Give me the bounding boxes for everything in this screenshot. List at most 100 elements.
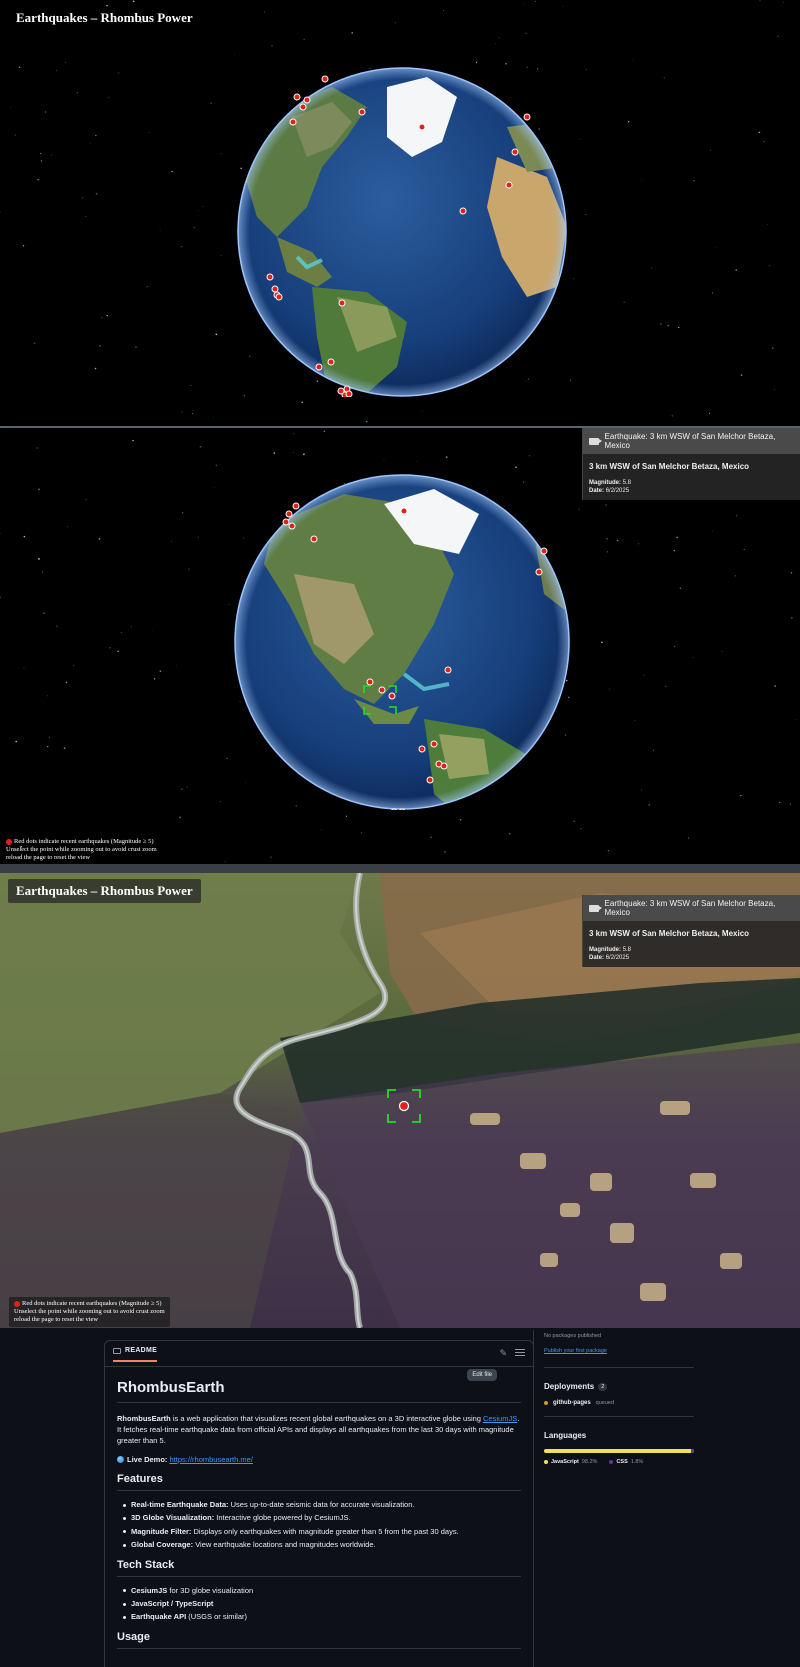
earthquake-dot[interactable]: [430, 740, 438, 748]
earthquake-dot[interactable]: [321, 75, 329, 83]
map-legend: Red dots indicate recent earthquakes (Ma…: [9, 1297, 170, 1327]
magnitude-row: Magnitude: 5.8: [589, 480, 632, 486]
deployments-count: 2: [598, 1382, 608, 1391]
earthquake-dot[interactable]: [523, 113, 531, 121]
globe-view-americas[interactable]: Earthquake: 3 km WSW of San Melchor Beta…: [0, 428, 800, 864]
earthquake-dot[interactable]: [345, 390, 353, 397]
list-item: Real-time Earthquake Data: Uses up-to-da…: [123, 1498, 521, 1511]
earthquake-dot[interactable]: [337, 387, 345, 395]
live-demo-link[interactable]: https://rhombusearth.me/: [170, 1455, 253, 1464]
list-item: JavaScript / TypeScript: [123, 1597, 521, 1610]
earthquake-dot[interactable]: [440, 762, 448, 770]
language-bar: [544, 1449, 694, 1453]
earthquake-dot[interactable]: [338, 299, 346, 307]
map-legend: Red dots indicate recent earthquakes (Ma…: [6, 838, 157, 861]
language-javascript[interactable]: JavaScript 98.2%: [544, 1459, 597, 1465]
readme-intro: RhombusEarth is a web application that v…: [117, 1414, 520, 1445]
earthquake-infobox: Earthquake: 3 km WSW of San Melchor Beta…: [582, 895, 800, 967]
languages-heading: Languages: [544, 1431, 587, 1440]
camera-icon[interactable]: [589, 904, 601, 912]
tab-readme[interactable]: README: [113, 1347, 158, 1362]
pencil-icon[interactable]: ✎: [499, 1348, 507, 1359]
earthquake-dot[interactable]: [303, 96, 311, 104]
globe-icon: [117, 1456, 124, 1463]
list-item: Global Coverage: View earthquake locatio…: [123, 1538, 521, 1551]
globe-view-atlantic[interactable]: Earthquakes – Rhombus Power: [0, 0, 800, 426]
language-list: JavaScript 98.2% CSS 1.8%: [544, 1459, 694, 1465]
infobox-header: Earthquake: 3 km WSW of San Melchor Beta…: [583, 895, 800, 921]
earthquake-dot-icon: [6, 838, 12, 845]
earthquake-dot[interactable]: [285, 510, 293, 518]
date-row: Date: 6/2/2025: [589, 488, 630, 494]
list-item: Earthquake API (USGS or similar): [123, 1610, 521, 1623]
earthquake-infobox: Earthquake: 3 km WSW of San Melchor Beta…: [582, 428, 800, 500]
app-title: Earthquakes – Rhombus Power: [16, 10, 193, 25]
readme-title: RhombusEarth: [117, 1379, 521, 1403]
infobox-header-text: Earthquake: 3 km WSW of San Melchor Beta…: [604, 432, 776, 450]
earthquake-dot[interactable]: [511, 148, 519, 156]
repo-sidebar: No packages published Publish your first…: [544, 1333, 694, 1465]
infobox-title: 3 km WSW of San Melchor Betaza, Mexico: [589, 462, 750, 471]
earthquake-dot[interactable]: [310, 535, 318, 543]
list-item: 3D Globe Visualization: Interactive glob…: [123, 1511, 521, 1524]
deployment-item[interactable]: github-pages queued: [544, 1400, 694, 1406]
earthquake-dot[interactable]: [426, 776, 434, 784]
earthquake-dot[interactable]: [315, 363, 323, 371]
earthquake-dot[interactable]: [366, 678, 374, 686]
tech-stack-heading: Tech Stack: [117, 1559, 521, 1577]
earthquake-dot[interactable]: [293, 93, 301, 101]
earthquake-dot[interactable]: [388, 692, 396, 700]
earthquake-dot[interactable]: [400, 507, 408, 515]
terrain-view[interactable]: Earthquakes – Rhombus Power Earthquake: …: [0, 873, 800, 1328]
globe-atlantic[interactable]: [237, 67, 567, 397]
features-heading: Features: [117, 1473, 521, 1491]
status-dot-icon: [544, 1401, 548, 1405]
infobox-header-text: Earthquake: 3 km WSW of San Melchor Beta…: [604, 899, 776, 917]
selected-earthquake[interactable]: [384, 1086, 424, 1126]
css-bar-segment: [691, 1449, 694, 1453]
earthquake-dot[interactable]: [289, 118, 297, 126]
earthquake-dot[interactable]: [540, 547, 548, 555]
sidebar-divider: [544, 1367, 694, 1368]
earthquake-dot[interactable]: [505, 181, 513, 189]
earthquake-dot[interactable]: [535, 568, 543, 576]
magnitude-row: Magnitude: 5.8: [589, 947, 632, 953]
outline-icon[interactable]: [515, 1347, 525, 1356]
app-title: Earthquakes – Rhombus Power: [8, 879, 201, 903]
earthquake-dot[interactable]: [282, 518, 290, 526]
globe-americas[interactable]: [234, 474, 570, 810]
earthquake-dot[interactable]: [444, 666, 452, 674]
readme-panel: README ✎ Edit file RhombusEarth RhombusE…: [104, 1340, 534, 1667]
earthquake-dot[interactable]: [275, 293, 283, 301]
earthquake-dot[interactable]: [418, 745, 426, 753]
list-item: Magnitude Filter: Displays only earthqua…: [123, 1525, 521, 1538]
deployments-heading[interactable]: Deployments 2: [544, 1382, 694, 1391]
tech-stack-list: CesiumJS for 3D globe visualization Java…: [117, 1584, 521, 1624]
earthquake-dot[interactable]: [418, 123, 426, 131]
earthquake-dot[interactable]: [271, 285, 279, 293]
earthquake-dot[interactable]: [378, 686, 386, 694]
readme-tabbar: README ✎: [105, 1341, 533, 1367]
earthquake-dot[interactable]: [288, 522, 296, 530]
infobox-header: Earthquake: 3 km WSW of San Melchor Beta…: [583, 428, 800, 454]
language-css[interactable]: CSS 1.8%: [609, 1459, 643, 1465]
edit-file-tooltip: Edit file: [467, 1369, 497, 1381]
infobox-title: 3 km WSW of San Melchor Betaza, Mexico: [589, 929, 750, 938]
earthquake-dot[interactable]: [292, 502, 300, 510]
earthquake-dot[interactable]: [358, 108, 366, 116]
features-list: Real-time Earthquake Data: Uses up-to-da…: [117, 1498, 521, 1552]
earthquake-dot-icon[interactable]: [398, 1100, 410, 1112]
cesiumjs-link[interactable]: CesiumJS: [483, 1414, 517, 1423]
earthquake-dot[interactable]: [327, 358, 335, 366]
earthquake-dot[interactable]: [459, 207, 467, 215]
live-demo: Live Demo: https://rhombusearth.me/: [117, 1454, 521, 1465]
earthquake-dot[interactable]: [299, 103, 307, 111]
sidebar-divider: [544, 1416, 694, 1417]
camera-icon[interactable]: [589, 437, 601, 445]
usage-heading: Usage: [117, 1631, 521, 1649]
book-icon: [113, 1347, 121, 1354]
earthquake-dot-icon: [14, 1300, 20, 1307]
publish-package-link[interactable]: Publish your first package: [544, 1348, 607, 1354]
list-item: CesiumJS for 3D globe visualization: [123, 1584, 521, 1597]
earthquake-dot[interactable]: [266, 273, 274, 281]
